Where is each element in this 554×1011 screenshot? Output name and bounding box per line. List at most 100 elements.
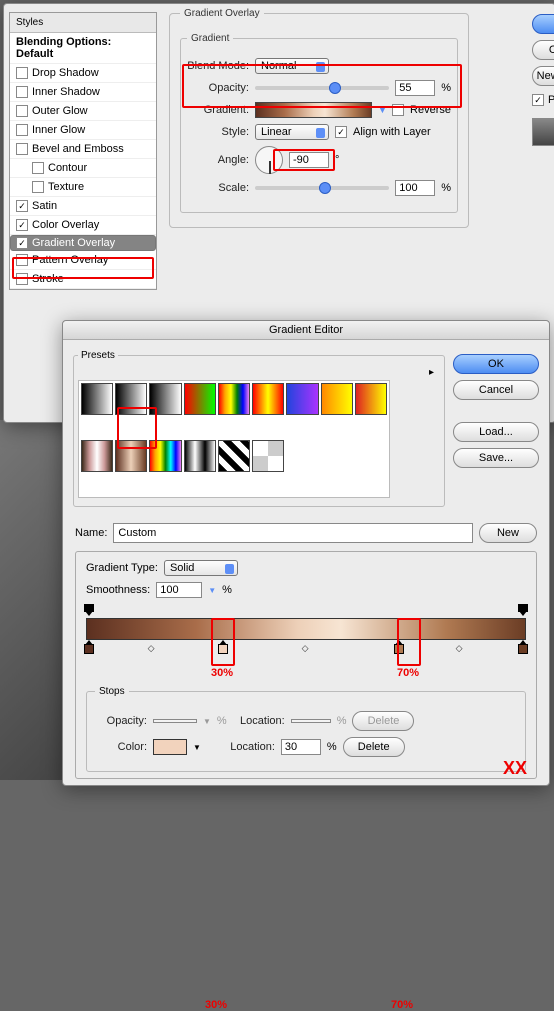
checkbox[interactable] xyxy=(32,162,44,174)
style-label: Style: xyxy=(187,126,249,138)
ge-new-button[interactable]: New xyxy=(479,523,537,543)
stop-opacity-location-input[interactable] xyxy=(291,719,331,723)
gradient-editor-title: Gradient Editor xyxy=(63,321,549,340)
preset-swatch[interactable] xyxy=(286,383,318,415)
styles-panel: Styles Blending Options: Default Drop Sh… xyxy=(9,12,157,290)
preset-swatch[interactable] xyxy=(252,383,284,415)
color-stop[interactable] xyxy=(518,640,528,654)
checkbox[interactable] xyxy=(16,273,28,285)
style-item-drop-shadow[interactable]: Drop Shadow xyxy=(10,64,156,83)
preset-swatch[interactable] xyxy=(218,440,250,472)
preset-swatch[interactable] xyxy=(149,383,181,415)
smoothness-dropdown-icon[interactable]: ▼ xyxy=(208,586,216,595)
style-select[interactable]: Linear xyxy=(255,124,329,140)
preset-swatch[interactable] xyxy=(81,383,113,415)
preset-swatch[interactable] xyxy=(115,383,147,415)
opacity-stop[interactable] xyxy=(518,604,528,616)
style-item-pattern-overlay[interactable]: Pattern Overlay xyxy=(10,251,156,270)
stops-group: Stops Opacity: ▼ % Location: % Delete Co… xyxy=(86,686,526,772)
gradient-picker[interactable] xyxy=(255,102,372,118)
blending-options-row[interactable]: Blending Options: Default xyxy=(10,33,156,64)
name-input[interactable] xyxy=(113,523,473,543)
color-stop[interactable] xyxy=(218,640,228,654)
preset-swatch[interactable] xyxy=(252,440,284,472)
style-item-inner-glow[interactable]: Inner Glow xyxy=(10,121,156,140)
midpoint-icon[interactable]: ◇ xyxy=(148,643,155,654)
style-item-gradient-overlay[interactable]: Gradient Overlay xyxy=(10,235,156,251)
style-item-color-overlay[interactable]: Color Overlay xyxy=(10,216,156,235)
blend-mode-label: Blend Mode: xyxy=(187,60,249,72)
gradient-dropdown-icon[interactable]: ▼ xyxy=(378,105,386,115)
opacity-label: Opacity: xyxy=(187,82,249,94)
preset-swatch[interactable] xyxy=(218,383,250,415)
layer-style-buttons: OK Cancel New Style... Preview xyxy=(532,14,554,146)
smoothness-input[interactable]: 100 xyxy=(156,582,202,598)
preview-checkbox[interactable] xyxy=(532,94,544,106)
new-style-button[interactable]: New Style... xyxy=(532,66,554,86)
delete-opacity-stop-button[interactable]: Delete xyxy=(352,711,414,731)
ge-save-button[interactable]: Save... xyxy=(453,448,539,468)
scale-slider[interactable] xyxy=(255,186,389,190)
style-item-contour[interactable]: Contour xyxy=(10,159,156,178)
ge-load-button[interactable]: Load... xyxy=(453,422,539,442)
color-stop[interactable] xyxy=(394,640,404,654)
midpoint-icon[interactable]: ◇ xyxy=(302,643,309,654)
preset-swatch[interactable] xyxy=(81,440,113,472)
checkbox[interactable] xyxy=(16,143,28,155)
ge-ok-button[interactable]: OK xyxy=(453,354,539,374)
style-item-texture[interactable]: Texture xyxy=(10,178,156,197)
style-item-outer-glow[interactable]: Outer Glow xyxy=(10,102,156,121)
align-checkbox[interactable] xyxy=(335,126,347,138)
name-label: Name: xyxy=(75,527,107,539)
checkbox[interactable] xyxy=(16,237,28,249)
scale-label: Scale: xyxy=(187,182,249,194)
style-item-satin[interactable]: Satin xyxy=(10,197,156,216)
blend-mode-select[interactable]: Normal xyxy=(255,58,329,74)
opacity-input[interactable]: 55 xyxy=(395,80,435,96)
checkbox[interactable] xyxy=(16,200,28,212)
presets-group: Presets ▸ xyxy=(73,350,445,507)
stop-opacity-input[interactable] xyxy=(153,719,197,723)
presets-menu-icon[interactable]: ▸ xyxy=(429,367,434,378)
ok-button[interactable]: OK xyxy=(532,14,554,34)
stop-opacity-label: Opacity: xyxy=(95,715,147,727)
checkbox[interactable] xyxy=(16,219,28,231)
checkbox[interactable] xyxy=(16,67,28,79)
scale-input[interactable]: 100 xyxy=(395,180,435,196)
annotation-30: 30% xyxy=(205,999,227,1011)
gradient-overlay-group: Gradient Overlay Gradient Blend Mode: No… xyxy=(169,8,469,228)
angle-label: Angle: xyxy=(187,154,249,166)
cancel-button[interactable]: Cancel xyxy=(532,40,554,60)
annotation-70: 70% xyxy=(391,999,413,1011)
style-item-inner-shadow[interactable]: Inner Shadow xyxy=(10,83,156,102)
midpoint-icon[interactable]: ◇ xyxy=(456,643,463,654)
styles-header: Styles xyxy=(10,13,156,33)
smoothness-label: Smoothness: xyxy=(86,584,150,596)
checkbox[interactable] xyxy=(16,86,28,98)
style-item-bevel-and-emboss[interactable]: Bevel and Emboss xyxy=(10,140,156,159)
gradient-edit-bar[interactable]: ◇ ◇ ◇ xyxy=(86,604,526,660)
style-item-stroke[interactable]: Stroke xyxy=(10,270,156,289)
preset-swatch[interactable] xyxy=(184,440,216,472)
preset-swatch[interactable] xyxy=(115,440,147,472)
ge-cancel-button[interactable]: Cancel xyxy=(453,380,539,400)
gradient-edit-section: Gradient Type: Solid Smoothness: 100 ▼ %… xyxy=(75,551,537,779)
reverse-checkbox[interactable] xyxy=(392,104,404,116)
type-select[interactable]: Solid xyxy=(164,560,238,576)
angle-dial[interactable] xyxy=(255,146,283,174)
opacity-stop[interactable] xyxy=(84,604,94,616)
checkbox[interactable] xyxy=(16,124,28,136)
preset-swatch[interactable] xyxy=(321,383,353,415)
angle-input[interactable]: -90 xyxy=(289,152,329,168)
color-stop[interactable] xyxy=(84,640,94,654)
stop-color-well[interactable] xyxy=(153,739,187,755)
delete-color-stop-button[interactable]: Delete xyxy=(343,737,405,757)
checkbox[interactable] xyxy=(16,254,28,266)
preset-swatch[interactable] xyxy=(149,440,181,472)
stop-color-location-input[interactable]: 30 xyxy=(281,739,321,755)
checkbox[interactable] xyxy=(16,105,28,117)
preset-swatch[interactable] xyxy=(184,383,216,415)
preset-swatch[interactable] xyxy=(355,383,387,415)
checkbox[interactable] xyxy=(32,181,44,193)
opacity-slider[interactable] xyxy=(255,86,389,90)
